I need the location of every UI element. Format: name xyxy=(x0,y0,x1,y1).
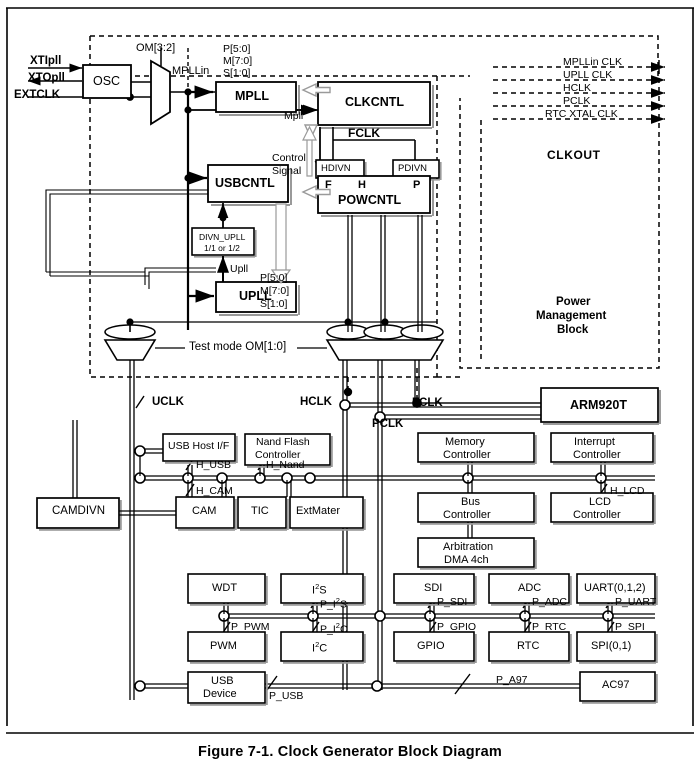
fclk-label: FCLK xyxy=(412,397,443,409)
h-lcd-tap-label: H_LCD xyxy=(610,485,645,497)
lcd-label-2: Controller xyxy=(573,509,621,521)
figure-caption: Figure 7-1. Clock Generator Block Diagra… xyxy=(198,744,502,760)
extmater-label: ExtMater xyxy=(296,505,341,517)
memory-label-1: Memory xyxy=(445,436,485,448)
xtipll-label: XTIpll xyxy=(30,55,62,67)
arm920t-label: ARM920T xyxy=(570,398,627,412)
p-rtc-tap-label: P_RTC xyxy=(532,621,567,633)
pclk-label: PCLK xyxy=(372,418,404,430)
h-nand-tap-label: H_Nand xyxy=(266,459,305,471)
upll-param-s: S[1:0] xyxy=(260,298,288,310)
dash-node xyxy=(343,387,353,397)
mpll-param-m: M[7:0] xyxy=(223,55,253,67)
usb-device-label-2: Device xyxy=(203,688,237,700)
p-i2c-tap-label: P_I2C xyxy=(320,621,348,636)
powcntl-h-label: H xyxy=(358,179,366,191)
bus-label-2: Controller xyxy=(443,509,491,521)
arbitration-label-2: DMA 4ch xyxy=(444,554,489,566)
wdt-label: WDT xyxy=(212,582,238,594)
figure-canvas: XTIpll XTOpll EXTCLK OSC OM[3:2] MPLLin … xyxy=(0,0,700,765)
p-uart-tap-label: P_UART xyxy=(615,596,657,608)
h-usb-tap-label: H_USB xyxy=(196,459,232,471)
adc-label: ADC xyxy=(518,582,542,594)
upll-param-p: P[5:0] xyxy=(260,272,288,284)
pmb-dashed-returns xyxy=(347,368,460,403)
divn-upll-label-1: DIVN_UPLL xyxy=(199,232,246,242)
p-i2s-tap-label: P_I2S xyxy=(320,596,347,611)
bus-label-1: Bus xyxy=(461,496,480,508)
interrupt-label-1: Interrupt xyxy=(574,436,615,448)
hdivn-label: HDIVN xyxy=(321,163,351,174)
p-spi-tap-label: P_SPI xyxy=(615,621,645,633)
output-label-4: RTC XTAL CLK xyxy=(545,108,618,120)
rtc-label: RTC xyxy=(517,640,540,652)
gpio-label: GPIO xyxy=(417,640,445,652)
uart-label: UART(0,1,2) xyxy=(584,582,646,594)
om32-mux xyxy=(150,48,215,126)
mpll-out-label: Mpll xyxy=(284,110,304,122)
p-a97-tap-label: P_A97 xyxy=(496,674,528,686)
control-label-2: Signal xyxy=(272,165,302,177)
uclk-label: UCLK xyxy=(152,396,184,408)
powcntl-f-label: F xyxy=(325,179,332,191)
testmode-label: Test mode OM[1:0] xyxy=(189,341,287,353)
ac97-label: AC97 xyxy=(602,679,630,691)
output-label-0: MPLLin CLK xyxy=(563,56,622,68)
pmb-label-3: Block xyxy=(557,324,589,336)
pwm-label: PWM xyxy=(210,640,237,652)
interrupt-label-2: Controller xyxy=(573,449,621,461)
sdi-label: SDI xyxy=(424,582,443,594)
mpllin-label: MPLLin xyxy=(172,65,210,77)
upll-feedback-wires xyxy=(45,189,216,289)
cam-label: CAM xyxy=(192,505,217,517)
nand-label-1: Nand Flash xyxy=(256,436,310,448)
upll-param-m: M[7:0] xyxy=(260,285,290,297)
output-label-1: UPLL CLK xyxy=(563,69,613,81)
p-sdi-tap-label: P_SDI xyxy=(437,596,468,608)
extclk-label: EXTCLK xyxy=(14,89,60,101)
p-pwm-tap-label: P_PWM xyxy=(231,621,270,633)
pdivn-label: PDIVN xyxy=(398,163,428,174)
osc-label: OSC xyxy=(93,74,121,88)
xtopll-label: XTOpll xyxy=(28,72,65,84)
i2c-label: I2C xyxy=(312,640,328,655)
usb-host-label: USB Host I/F xyxy=(168,440,230,452)
pmb-label-2: Management xyxy=(536,310,607,322)
p-usb-tap-label: P_USB xyxy=(269,690,304,702)
om32-label: OM[3:2] xyxy=(136,42,176,54)
memory-label-2: Controller xyxy=(443,449,491,461)
clkout-label: CLKOUT xyxy=(547,148,601,162)
pmb-label-1: Power xyxy=(556,296,591,308)
upll-out-label: Upll xyxy=(230,263,249,275)
mpll-label: MPLL xyxy=(235,89,270,103)
p-adc-tap-label: P_ADC xyxy=(532,596,568,608)
h-cam-tap-label: H_CAM xyxy=(196,485,233,497)
mpll-param-s: S[1:0] xyxy=(223,67,251,79)
output-label-2: HCLK xyxy=(563,82,592,94)
p-gpio-tap-label: P_GPIO xyxy=(437,621,477,633)
clkcntl-label: CLKCNTL xyxy=(345,95,405,109)
fclk-tag-label: FCLK xyxy=(348,126,380,140)
tic-label: TIC xyxy=(251,505,269,517)
usbcntl-label: USBCNTL xyxy=(215,176,275,190)
powcntl-label: POWCNTL xyxy=(338,193,402,207)
powcntl-p-label: P xyxy=(413,179,421,191)
usb-device-label-1: USB xyxy=(211,675,234,687)
output-label-3: PCLK xyxy=(563,95,591,107)
spi-label: SPI(0,1) xyxy=(591,640,632,652)
mpll-param-p: P[5:0] xyxy=(223,43,251,55)
camdivn-label: CAMDIVN xyxy=(52,505,106,517)
lcd-label-1: LCD xyxy=(589,496,612,508)
arbitration-label-1: Arbitration xyxy=(443,541,494,553)
divn-upll-label-2: 1/1 or 1/2 xyxy=(204,243,240,253)
hclk-label: HCLK xyxy=(300,396,332,408)
control-label-1: Control xyxy=(272,152,306,164)
i2s-label: I2S xyxy=(312,582,327,597)
